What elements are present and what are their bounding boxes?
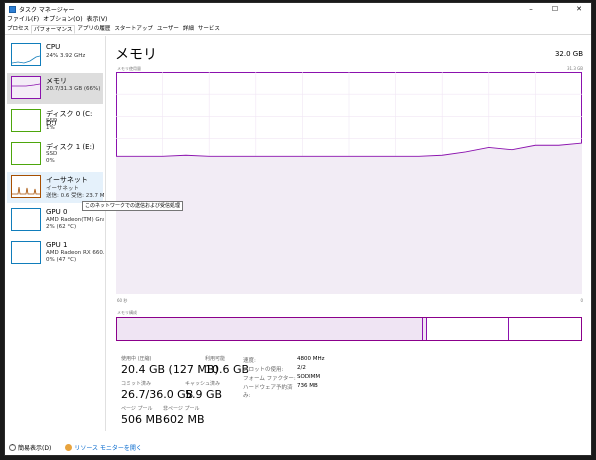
close-button[interactable]: ✕ (567, 3, 591, 15)
info-row-hardware-reserved: ハードウェア予約済み: 736 MB (243, 383, 325, 399)
stat-value: 602 MB (163, 413, 205, 426)
title-bar: タスク マネージャー – ☐ ✕ (5, 3, 591, 15)
sidebar-item-detail: SSD (46, 118, 58, 124)
memory-info-table: 速度: 4800 MHz スロットの使用: 2/2 フォーム ファクター: SO… (243, 356, 325, 399)
gpu-0-thumbnail-graph (11, 208, 41, 231)
fewer-details-label: 簡易表示(D) (18, 444, 52, 452)
stat-paged-pool: ページ プール 506 MB (121, 405, 163, 426)
window-title: タスク マネージャー (19, 6, 75, 14)
page-title: メモリ (115, 47, 157, 63)
stat-committed: コミット済み 26.7/36.0 GB (121, 380, 193, 401)
usage-area (116, 143, 582, 294)
sidebar-item-title: CPU (46, 43, 61, 51)
menu-bar: ファイル(F) オプション(O) 表示(V) (5, 15, 109, 25)
sidebar-item-detail: AMD Radeon RX 660... (46, 250, 104, 256)
info-row-slots: スロットの使用: 2/2 (243, 365, 325, 374)
disk-1-thumbnail-graph (11, 142, 41, 165)
info-value: 4800 MHz (297, 356, 325, 362)
stat-value: 26.7/36.0 GB (121, 388, 194, 401)
memory-usage-graph (116, 72, 582, 294)
fewer-details-button[interactable]: ⌃ 簡易表示(D) (9, 443, 51, 452)
sidebar-item-detail: SSD (46, 151, 58, 157)
tab-processes[interactable]: プロセス (5, 25, 31, 34)
minimize-button[interactable]: – (519, 3, 543, 15)
menu-options[interactable]: オプション(O) (41, 15, 84, 25)
stat-value: 5.9 GB (185, 388, 223, 401)
resource-sidebar: CPU 24% 3.92 GHz メモリ 20.7/31.3 GB (66%) … (5, 36, 106, 431)
sidebar-item-ethernet[interactable]: イーサネット イーサネット 送信: 0.6 受信: 23.7 Mb (7, 172, 104, 203)
composition-label: メモリ構成 (117, 310, 137, 315)
sidebar-item-title: GPU 0 (46, 208, 68, 216)
info-row-speed: 速度: 4800 MHz (243, 356, 325, 365)
open-resource-monitor-link[interactable]: リソース モニターを開く (55, 443, 142, 452)
total-memory: 32.0 GB (554, 50, 583, 58)
sidebar-item-detail: 20.7/31.3 GB (66%) (46, 86, 101, 92)
info-key: スロットの使用: (243, 367, 284, 373)
tooltip: このネットワークでの送信および受信処理 (82, 201, 184, 211)
chevron-up-icon: ⌃ (9, 443, 16, 451)
info-value: 736 MB (297, 383, 318, 389)
sidebar-item-detail: AMD Radeon(TM) Gra... (46, 217, 104, 223)
tab-startup[interactable]: スタートアップ (112, 25, 155, 34)
sidebar-item-title: メモリ (46, 77, 67, 85)
info-key: 速度: (243, 358, 256, 364)
info-value: 2/2 (297, 365, 306, 371)
tab-services[interactable]: サービス (196, 25, 222, 34)
ethernet-thumbnail-graph (11, 175, 41, 198)
task-manager-icon (9, 5, 16, 13)
stat-label: コミット済み (121, 381, 152, 387)
info-value: SODIMM (297, 374, 321, 380)
graph-max-label: 31.3 GB (566, 66, 583, 71)
tab-details[interactable]: 詳細 (181, 25, 196, 34)
stat-label: 非ページ プール (163, 406, 200, 412)
info-key: ハードウェア予約済み: (243, 385, 293, 399)
sidebar-item-detail: 送信: 0.6 受信: 23.7 Mb (46, 193, 104, 199)
composition-free (509, 318, 581, 340)
sidebar-item-memory[interactable]: メモリ 20.7/31.3 GB (66%) (7, 73, 103, 104)
sidebar-item-detail: 2% (62 °C) (46, 224, 77, 230)
menu-view[interactable]: 表示(V) (85, 15, 110, 25)
disk-0-thumbnail-graph (11, 109, 41, 132)
graph-zero-label: 0 (580, 298, 583, 303)
tab-performance[interactable]: パフォーマンス (31, 25, 76, 34)
gpu-1-thumbnail-graph (11, 241, 41, 264)
sidebar-item-disk-1[interactable]: ディスク 1 (E:) SSD 0% (7, 139, 103, 170)
task-manager-window: タスク マネージャー – ☐ ✕ ファイル(F) オプション(O) 表示(V) … (4, 2, 592, 456)
stat-label: キャッシュ済み (185, 381, 221, 387)
tab-users[interactable]: ユーザー (155, 25, 181, 34)
sidebar-item-detail: 24% 3.92 GHz (46, 53, 86, 59)
tab-bar: プロセス パフォーマンス アプリの履歴 スタートアップ ユーザー 詳細 サービス (5, 25, 591, 35)
sidebar-item-title: GPU 1 (46, 241, 68, 249)
sidebar-item-detail: 0% (47 °C) (46, 257, 77, 263)
sidebar-item-detail: 1% (46, 125, 55, 131)
memory-detail-panel: メモリ 32.0 GB メモリ使用量 31.3 GB 60 秒 0 メモリ構成 … (115, 36, 589, 431)
memory-thumbnail-graph (11, 76, 41, 99)
sidebar-item-detail: 0% (46, 158, 55, 164)
memory-composition-bar (116, 317, 582, 341)
sidebar-item-gpu-1[interactable]: GPU 1 AMD Radeon RX 660... 0% (47 °C) (7, 238, 104, 269)
stat-nonpaged-pool: 非ページ プール 602 MB (163, 405, 205, 426)
footer-bar: ⌃ 簡易表示(D) リソース モニターを開く (5, 437, 591, 457)
info-key: フォーム ファクター: (243, 376, 296, 382)
stat-label: ページ プール (121, 406, 153, 412)
maximize-button[interactable]: ☐ (543, 3, 567, 15)
sidebar-item-cpu[interactable]: CPU 24% 3.92 GHz (7, 40, 103, 71)
graph-time-axis-label: 60 秒 (117, 298, 128, 303)
stat-value: 506 MB (121, 413, 163, 426)
cpu-thumbnail-graph (11, 43, 41, 66)
composition-in-use (117, 318, 423, 340)
composition-standby (427, 318, 509, 340)
tab-app-history[interactable]: アプリの履歴 (75, 25, 112, 34)
menu-file[interactable]: ファイル(F) (5, 15, 41, 25)
stat-cached: キャッシュ済み 5.9 GB (185, 380, 222, 401)
sidebar-item-disk-0[interactable]: ディスク 0 (C: D:) SSD 1% (7, 106, 103, 137)
info-row-form-factor: フォーム ファクター: SODIMM (243, 374, 325, 383)
resource-monitor-icon (65, 443, 73, 451)
resource-monitor-label: リソース モニターを開く (74, 444, 142, 452)
